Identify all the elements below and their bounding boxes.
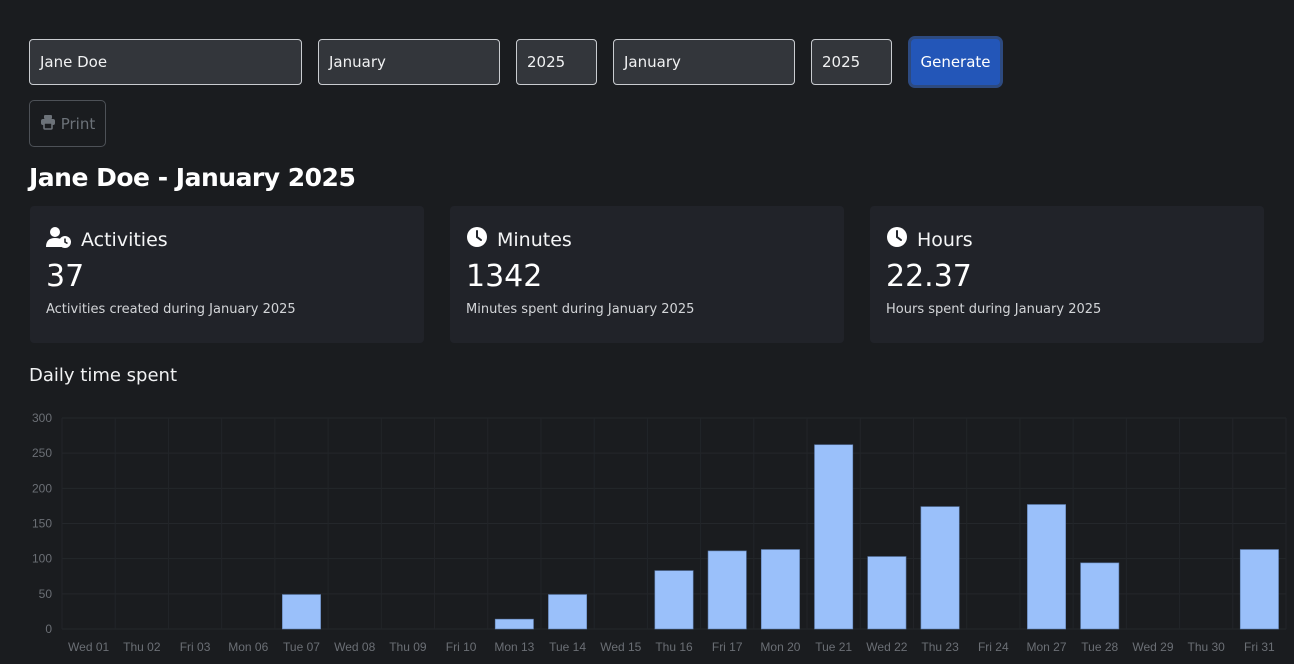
x-tick-label: Wed 15 — [600, 640, 641, 654]
bar-mon-13 — [494, 618, 534, 630]
stat-card-hours: Hours 22.37 Hours spent during January 2… — [870, 206, 1264, 343]
x-tick-label: Fri 31 — [1244, 640, 1275, 654]
card-value: 22.37 — [886, 259, 972, 294]
x-tick-label: Mon 20 — [760, 640, 800, 654]
x-tick-label: Fri 24 — [978, 640, 1009, 654]
stat-cards: Activities 37 Activities created during … — [30, 206, 1264, 343]
y-tick-label: 100 — [32, 552, 52, 566]
x-tick-label: Fri 03 — [180, 640, 211, 654]
start-month-select[interactable]: January — [318, 39, 500, 85]
clock-icon — [466, 226, 488, 253]
x-tick-label: Wed 08 — [334, 640, 375, 654]
bar-mon-27 — [1027, 504, 1066, 630]
x-tick-label: Thu 02 — [123, 640, 161, 654]
x-tick-label: Wed 22 — [866, 640, 907, 654]
end-year-input[interactable]: 2025 — [811, 39, 892, 85]
daily-time-chart: 0 50 100 150 200 250 300 Wed 01 Thu 02 Fri 03 Mon … — [32, 411, 1287, 654]
bar-tue-07 — [282, 594, 321, 630]
x-tick-label: Thu 16 — [655, 640, 693, 654]
name-input[interactable]: Jane Doe — [29, 39, 302, 85]
card-title: Hours — [917, 228, 973, 251]
x-tick-label: Tue 28 — [1081, 640, 1118, 654]
bar-fri-31 — [1239, 549, 1279, 630]
start-year-value: 2025 — [527, 53, 566, 71]
y-tick-label: 150 — [32, 517, 52, 531]
x-tick-label: Wed 29 — [1132, 640, 1173, 654]
generate-button[interactable]: Generate — [908, 36, 1003, 88]
bar-wed-22 — [867, 556, 907, 630]
x-tick-label: Thu 23 — [921, 640, 959, 654]
y-tick-label: 250 — [32, 446, 52, 460]
x-tick-label: Tue 21 — [815, 640, 852, 654]
card-title: Minutes — [497, 228, 572, 251]
card-value: 37 — [46, 259, 85, 294]
print-button[interactable]: Print — [29, 100, 106, 147]
start-month-value: January — [329, 53, 386, 71]
chart-title: Daily time spent — [29, 365, 177, 386]
user-clock-icon — [46, 226, 72, 253]
y-tick-label: 300 — [32, 411, 52, 425]
bar-tue-14 — [548, 594, 588, 630]
x-tick-label: Mon 27 — [1027, 640, 1067, 654]
y-tick-label: 50 — [39, 587, 53, 601]
x-tick-label: Mon 13 — [494, 640, 534, 654]
x-tick-label: Mon 06 — [228, 640, 268, 654]
end-month-value: January — [624, 53, 681, 71]
start-year-input[interactable]: 2025 — [516, 39, 597, 85]
y-tick-label: 200 — [32, 481, 52, 495]
x-tick-label: Tue 14 — [549, 640, 586, 654]
bar-thu-16 — [654, 570, 694, 630]
x-tick-label: Thu 09 — [389, 640, 427, 654]
x-tick-label: Wed 01 — [68, 640, 109, 654]
report-form: Jane Doe January 2025 January 2025 Gener… — [29, 36, 1003, 88]
bar-tue-28 — [1080, 562, 1120, 630]
y-tick-label: 0 — [45, 622, 52, 636]
card-title: Activities — [81, 228, 168, 251]
report-title: Jane Doe - January 2025 — [29, 163, 356, 192]
x-tick-label: Fri 10 — [446, 640, 477, 654]
card-value: 1342 — [466, 259, 543, 294]
x-tick-label: Thu 30 — [1187, 640, 1225, 654]
generate-label: Generate — [920, 53, 991, 71]
card-description: Activities created during January 2025 — [46, 302, 296, 317]
card-description: Hours spent during January 2025 — [886, 302, 1102, 317]
x-tick-label: Tue 07 — [283, 640, 320, 654]
bar-fri-17 — [707, 550, 747, 630]
name-value: Jane Doe — [40, 53, 108, 71]
print-label: Print — [60, 114, 96, 133]
bar-tue-21 — [814, 444, 854, 630]
stat-card-activities: Activities 37 Activities created during … — [30, 206, 424, 343]
stat-card-minutes: Minutes 1342 Minutes spent during Januar… — [450, 206, 844, 343]
bar-thu-23 — [920, 506, 960, 630]
printer-icon — [40, 114, 56, 134]
end-year-value: 2025 — [822, 53, 861, 71]
card-description: Minutes spent during January 2025 — [466, 302, 695, 317]
clock-icon — [886, 226, 908, 253]
end-month-select[interactable]: January — [613, 39, 795, 85]
bar-mon-20 — [760, 549, 800, 630]
x-tick-label: Fri 17 — [712, 640, 743, 654]
